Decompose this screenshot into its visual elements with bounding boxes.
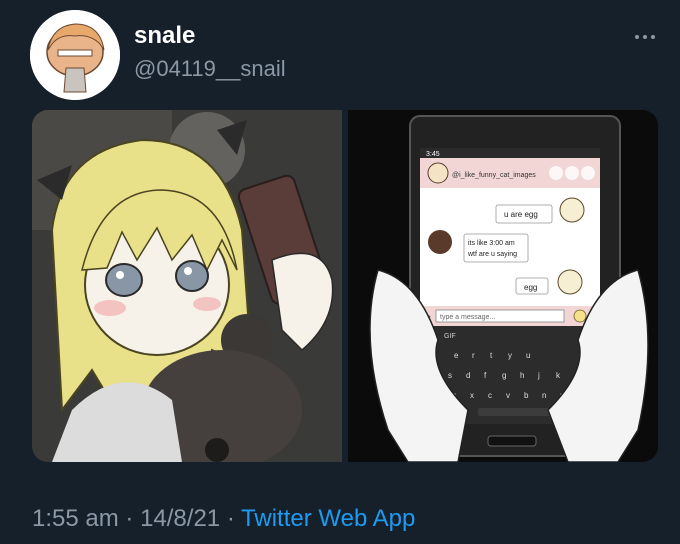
key-g: g: [502, 371, 506, 380]
key-e: e: [454, 351, 459, 360]
tweet-metadata: 1:55 am · 14/8/21 · Twitter Web App: [32, 505, 415, 533]
user-handle[interactable]: @04119__snail: [134, 56, 286, 82]
chat-username: @i_like_funny_cat_images: [452, 172, 536, 179]
status-time: 3:45: [426, 151, 440, 158]
key-x: x: [470, 391, 474, 400]
key-d: d: [466, 371, 470, 380]
message-1: u are egg: [504, 210, 538, 219]
key-j: j: [537, 371, 540, 380]
media-image-1[interactable]: [32, 110, 342, 462]
key-v: v: [506, 391, 510, 400]
key-s: s: [448, 371, 452, 380]
more-options-icon[interactable]: [628, 28, 662, 46]
tweet-source-link[interactable]: Twitter Web App: [241, 505, 415, 532]
dot: [635, 35, 639, 39]
illustration-girl: [32, 110, 342, 462]
message-3: egg: [524, 283, 537, 292]
message-input-placeholder: type a message...: [440, 314, 495, 321]
key-u: u: [526, 351, 530, 360]
key-y: y: [508, 351, 512, 360]
dot: [643, 35, 647, 39]
media-image-2[interactable]: 3:45 @i_like_funny_cat_images u are egg …: [348, 110, 658, 462]
tweet-time[interactable]: 1:55 am: [32, 505, 119, 532]
key-c: c: [488, 391, 492, 400]
avatar[interactable]: [30, 10, 120, 100]
meta-separator: ·: [125, 505, 134, 532]
tweet-media: 3:45 @i_like_funny_cat_images u are egg …: [32, 110, 658, 462]
key-r: r: [472, 351, 475, 360]
key-b: b: [524, 391, 529, 400]
tweet-date[interactable]: 14/8/21: [140, 505, 220, 532]
avatar-drawing: [30, 10, 120, 100]
display-name[interactable]: snale: [134, 22, 195, 50]
gif-key: GIF: [444, 333, 456, 340]
dot: [651, 35, 655, 39]
message-2-line2: wtf are u saying: [467, 251, 517, 258]
key-n: n: [542, 391, 546, 400]
meta-separator: ·: [226, 505, 235, 532]
illustration-phone: 3:45 @i_like_funny_cat_images u are egg …: [348, 110, 658, 462]
key-h: h: [520, 371, 524, 380]
message-2-line1: its like 3:00 am: [468, 240, 515, 247]
